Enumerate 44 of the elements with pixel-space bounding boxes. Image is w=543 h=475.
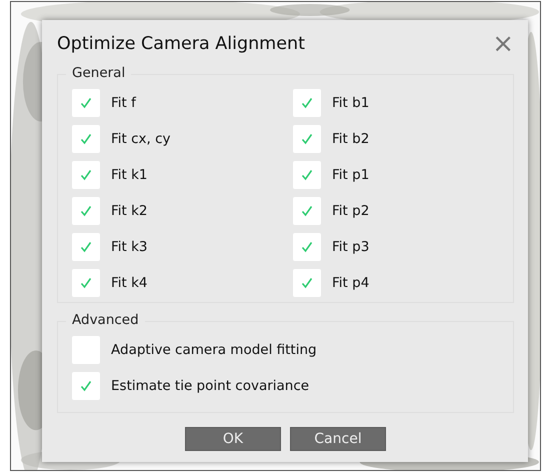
- checkbox[interactable]: [72, 269, 100, 297]
- checkmark-icon: [80, 97, 92, 109]
- checkmark-icon: [80, 169, 92, 181]
- dialog-title: Optimize Camera Alignment: [57, 34, 305, 54]
- checkbox-label: Fit p2: [332, 203, 370, 219]
- checkmark-icon: [301, 97, 313, 109]
- checkbox-label: Fit p4: [332, 275, 370, 291]
- checkmark-icon: [80, 205, 92, 217]
- checkbox-label: Fit b2: [332, 131, 370, 147]
- checkbox-label: Fit cx, cy: [111, 131, 171, 147]
- checkbox[interactable]: [72, 197, 100, 225]
- checkbox[interactable]: [293, 233, 321, 261]
- checkbox[interactable]: [72, 161, 100, 189]
- checkbox-label: Fit k4: [111, 275, 148, 291]
- checkbox[interactable]: [293, 269, 321, 297]
- checkbox-label: Fit b1: [332, 95, 370, 111]
- cancel-button[interactable]: Cancel: [290, 427, 386, 451]
- checkbox-label: Fit p3: [332, 239, 370, 255]
- checkbox[interactable]: [72, 372, 100, 400]
- checkbox-label: Estimate tie point covariance: [111, 378, 310, 394]
- checkbox[interactable]: [293, 197, 321, 225]
- checkbox[interactable]: [72, 233, 100, 261]
- checkmark-icon: [301, 241, 313, 253]
- checkmark-icon: [301, 277, 313, 289]
- checkbox[interactable]: [72, 89, 100, 117]
- checkmark-icon: [80, 277, 92, 289]
- checkbox[interactable]: [293, 89, 321, 117]
- close-button[interactable]: ×: [492, 31, 514, 57]
- checkbox-label: Fit p1: [332, 167, 370, 183]
- checkbox[interactable]: [293, 125, 321, 153]
- checkbox[interactable]: [293, 161, 321, 189]
- checkbox[interactable]: [72, 125, 100, 153]
- ok-button[interactable]: OK: [185, 427, 281, 451]
- checkmark-icon: [80, 241, 92, 253]
- checkmark-icon: [80, 133, 92, 145]
- checkmark-icon: [80, 380, 92, 392]
- checkbox-label: Fit f: [111, 95, 136, 111]
- checkmark-icon: [301, 133, 313, 145]
- checkbox-label: Fit k1: [111, 167, 148, 183]
- checkbox-label: Fit k3: [111, 239, 148, 255]
- checkmark-icon: [301, 205, 313, 217]
- checkbox-label: Fit k2: [111, 203, 148, 219]
- checkmark-icon: [301, 169, 313, 181]
- checkbox-label: Adaptive camera model fitting: [111, 342, 317, 358]
